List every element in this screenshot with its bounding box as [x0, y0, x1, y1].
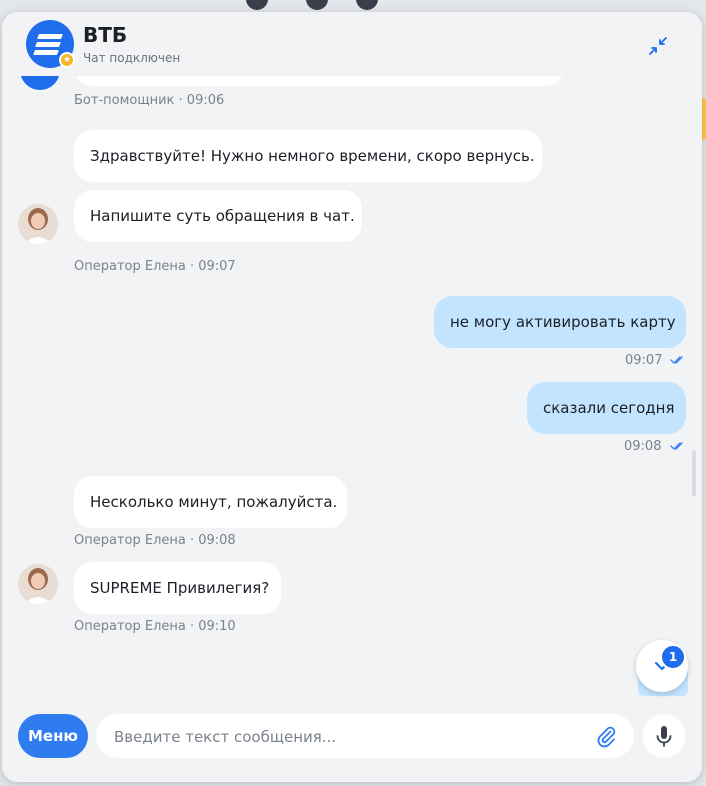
search-icon	[246, 0, 268, 10]
collapse-icon	[649, 37, 667, 55]
user-message-time: 09:07	[625, 353, 663, 368]
chat-status: Чат подключен	[83, 51, 181, 65]
operator-message: Здравствуйте! Нужно немного времени, ско…	[74, 130, 542, 182]
chat-header: ★ ВТБ Чат подключен	[2, 12, 702, 76]
operator-avatar	[18, 564, 58, 604]
vtb-logo-icon: ★	[26, 20, 75, 68]
microphone-button[interactable]	[642, 714, 686, 758]
scrollbar-thumb[interactable]	[692, 450, 696, 496]
user-message: сказали сегодня	[527, 382, 686, 434]
message-input[interactable]	[112, 714, 586, 760]
operator-photo-icon	[18, 204, 58, 244]
read-check-icon	[670, 442, 683, 450]
microphone-icon	[656, 726, 672, 747]
operator-message: SUPREME Привилегия?	[74, 562, 281, 614]
menu-button[interactable]: Меню	[18, 714, 88, 758]
operator-message-meta: Оператор Елена · 09:10	[74, 619, 236, 634]
paperclip-icon	[597, 726, 616, 748]
chat-window: ★ ВТБ Чат подключен Бот-помощник · 09:06…	[2, 12, 702, 782]
chat-title: ВТБ	[83, 23, 128, 47]
operator-message: Напишите суть обращения в чат.	[74, 190, 362, 242]
attach-button[interactable]	[594, 724, 618, 748]
message-input-bar: Меню	[2, 706, 702, 782]
operator-message-meta: Оператор Елена · 09:07	[74, 259, 236, 274]
operator-message: Несколько минут, пожалуйста.	[74, 476, 347, 528]
bot-message-meta: Бот-помощник · 09:06	[74, 93, 225, 108]
star-badge-icon: ★	[59, 52, 75, 68]
message-input-container	[96, 714, 634, 760]
read-check-icon	[670, 356, 683, 364]
user-message: не могу активировать карту	[434, 296, 686, 348]
operator-avatar	[18, 204, 58, 244]
operator-photo-icon	[18, 564, 58, 604]
notification-icon	[306, 0, 328, 10]
profile-icon	[356, 0, 378, 10]
user-message-time: 09:08	[624, 439, 662, 454]
unread-count-badge: 1	[660, 644, 686, 670]
collapse-button[interactable]	[646, 34, 670, 58]
operator-message-meta: Оператор Елена · 09:08	[74, 533, 236, 548]
message-list[interactable]: Бот-помощник · 09:06 Здравствуйте! Нужно…	[2, 36, 702, 706]
